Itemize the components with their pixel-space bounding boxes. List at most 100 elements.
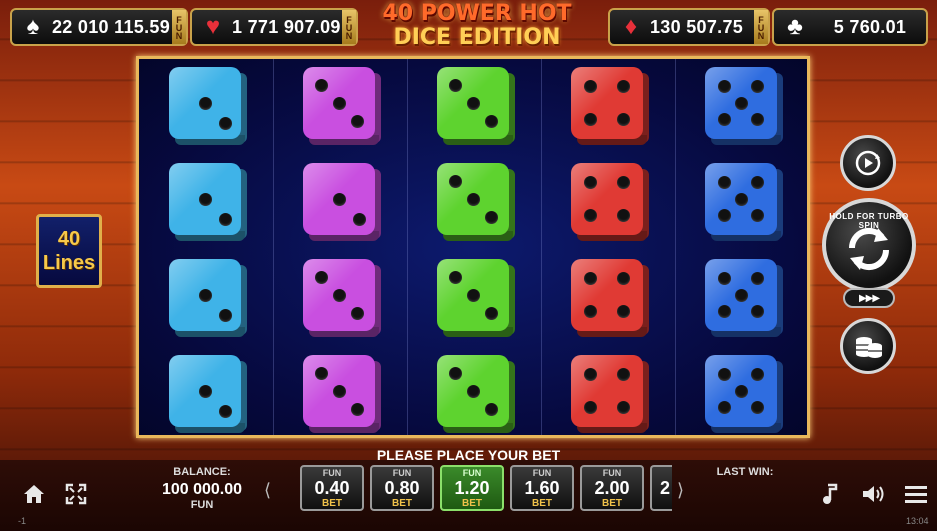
- bet-option[interactable]: FUN 0.80 BET: [370, 465, 434, 511]
- home-button[interactable]: [20, 480, 48, 508]
- die-pip: [484, 402, 498, 416]
- die-face: [571, 259, 643, 331]
- reel-divider: [541, 59, 542, 435]
- die-pip: [751, 367, 765, 381]
- bet-next-chevron-icon[interactable]: ⟩: [677, 480, 684, 501]
- die-symbol: [571, 163, 649, 241]
- die-pip: [751, 209, 765, 223]
- die-pip: [583, 209, 597, 223]
- die-pip: [218, 308, 232, 322]
- reel-divider: [273, 59, 274, 435]
- die-symbol: [437, 67, 515, 145]
- die-pip: [484, 114, 498, 128]
- bet-option-label: BET: [532, 497, 552, 509]
- die-pip: [484, 210, 498, 224]
- status-left: -1: [18, 516, 27, 526]
- sound-button[interactable]: [860, 480, 888, 508]
- die-pip: [448, 78, 462, 92]
- jackpot-hearts-value: 1 771 907.09: [232, 16, 341, 37]
- die-pip: [617, 79, 631, 93]
- die-face: [437, 259, 509, 331]
- bet-option[interactable]: FUN 2.00 BET: [580, 465, 644, 511]
- jackpot-diamonds-value: 130 507.75: [650, 16, 744, 37]
- die-pip: [466, 384, 480, 398]
- die-pip: [218, 212, 232, 226]
- die-pip: [583, 305, 597, 319]
- autoplay-button[interactable]: [840, 135, 896, 191]
- die-face: [437, 163, 509, 235]
- die-face: [705, 259, 777, 331]
- fullscreen-icon: [65, 483, 87, 505]
- die-pip: [751, 79, 765, 93]
- die-face: [169, 67, 241, 139]
- music-button[interactable]: [818, 480, 842, 508]
- bet-option[interactable]: FUN 0.40 BET: [300, 465, 364, 511]
- home-icon: [24, 485, 44, 503]
- bet-coins-button[interactable]: [840, 318, 896, 374]
- die-pip: [717, 79, 731, 93]
- die-pip: [332, 192, 346, 206]
- spin-button[interactable]: HOLD FOR TURBO SPIN: [822, 198, 916, 292]
- fullscreen-button[interactable]: [62, 480, 90, 508]
- die-pip: [218, 404, 232, 418]
- die-symbol: [303, 355, 381, 433]
- die-pip: [717, 271, 731, 285]
- jackpot-diamonds: ♦ 130 507.75 FUN: [608, 8, 770, 46]
- bet-option-label: BET: [602, 497, 622, 509]
- die-face: [303, 259, 375, 331]
- die-symbol: [169, 67, 247, 145]
- bet-option-label: BET: [462, 497, 482, 509]
- die-face: [571, 163, 643, 235]
- lines-label: Lines: [42, 252, 96, 274]
- die-pip: [332, 288, 346, 302]
- die-symbol: [705, 67, 783, 145]
- bet-option[interactable]: FUN 1.20 BET: [440, 465, 504, 511]
- die-face: [169, 163, 241, 235]
- die-pip: [448, 174, 462, 188]
- bet-option-value: 0.40: [314, 477, 350, 498]
- die-pip: [332, 96, 346, 110]
- die-pip: [583, 175, 597, 189]
- die-face: [303, 355, 375, 427]
- die-symbol: [571, 67, 649, 145]
- jackpot-hearts: ♥ 1 771 907.09 FUN: [190, 8, 358, 46]
- turbo-button[interactable]: ▶▶▶: [843, 288, 895, 308]
- die-pip: [717, 209, 731, 223]
- die-pip: [314, 270, 328, 284]
- die-face: [571, 67, 643, 139]
- heart-icon: ♥: [205, 13, 221, 40]
- die-pip: [332, 384, 346, 398]
- hold-turbo-text: HOLD FOR TURBO SPIN: [829, 212, 909, 230]
- balance-label: BALANCE:: [173, 466, 231, 478]
- die-pip: [583, 271, 597, 285]
- bet-option[interactable]: FUN 1.60 BET: [510, 465, 574, 511]
- die-symbol: [571, 355, 649, 433]
- bet-option-value: 1.60: [524, 477, 560, 498]
- reel-divider: [675, 59, 676, 435]
- die-symbol: [705, 259, 783, 337]
- die-symbol: [437, 355, 515, 433]
- bet-option-label: BET: [392, 497, 412, 509]
- die-pip: [583, 401, 597, 415]
- bet-option-value: 2.00: [594, 477, 630, 498]
- die-pip: [448, 366, 462, 380]
- bet-prev-chevron-icon[interactable]: ⟨: [264, 480, 271, 501]
- bet-option-currency: FUN: [532, 467, 552, 478]
- bet-option-partial[interactable]: 2: [650, 465, 672, 511]
- die-pip: [314, 78, 328, 92]
- die-symbol: [303, 67, 381, 145]
- die-pip: [717, 401, 731, 415]
- diamond-icon: ♦: [624, 13, 638, 40]
- die-symbol: [169, 355, 247, 433]
- die-symbol: [571, 259, 649, 337]
- club-icon: ♣: [787, 13, 803, 40]
- die-pip: [617, 209, 631, 223]
- jackpot-spades: ♠ 22 010 115.59 FUN: [10, 8, 188, 46]
- menu-icon: [905, 486, 927, 503]
- die-pip: [314, 366, 328, 380]
- autoplay-icon: [855, 150, 881, 176]
- balance-currency: FUN: [190, 499, 214, 511]
- reel-area: [136, 56, 810, 438]
- menu-button[interactable]: [902, 480, 930, 508]
- die-symbol: [437, 163, 515, 241]
